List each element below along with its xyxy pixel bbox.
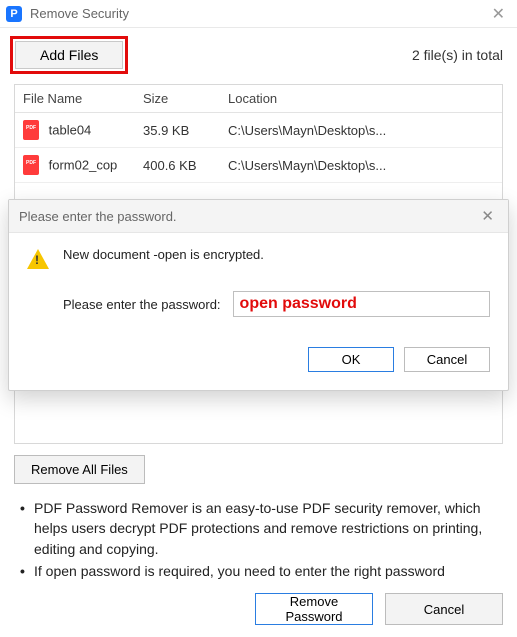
remove-password-button[interactable]: Remove Password (255, 593, 373, 625)
file-total-label: 2 file(s) in total (412, 47, 503, 63)
remove-all-button[interactable]: Remove All Files (14, 455, 145, 484)
dialog-message: New document -open is encrypted. (63, 247, 264, 262)
password-dialog: Please enter the password. ✕ New documen… (8, 199, 509, 391)
info-bullet: PDF Password Remover is an easy-to-use P… (20, 498, 503, 559)
add-files-highlight: Add Files (10, 36, 128, 74)
table-row[interactable]: form02_cop 400.6 KB C:\Users\Mayn\Deskto… (15, 148, 502, 183)
file-name: form02_cop (49, 158, 118, 173)
dialog-title: Please enter the password. (19, 209, 177, 224)
footer-cancel-button[interactable]: Cancel (385, 593, 503, 625)
pdf-icon (23, 120, 39, 140)
password-prompt-label: Please enter the password: (63, 297, 221, 312)
col-header-name[interactable]: File Name (15, 85, 135, 112)
add-files-button[interactable]: Add Files (15, 41, 123, 69)
info-text: PDF Password Remover is an easy-to-use P… (20, 498, 503, 583)
table-header: File Name Size Location (15, 85, 502, 113)
titlebar: P Remove Security ✕ (0, 0, 517, 28)
warning-icon (27, 249, 49, 269)
cancel-button[interactable]: Cancel (404, 347, 490, 372)
window-title: Remove Security (30, 6, 486, 21)
file-location: C:\Users\Mayn\Desktop\s... (220, 116, 502, 145)
file-location: C:\Users\Mayn\Desktop\s... (220, 151, 502, 180)
file-name: table04 (49, 123, 92, 138)
app-logo-icon: P (6, 6, 22, 22)
file-size: 400.6 KB (135, 151, 220, 180)
password-input[interactable] (233, 291, 490, 317)
top-row: Add Files 2 file(s) in total (0, 28, 517, 84)
footer-actions: Remove Password Cancel (255, 593, 503, 625)
file-size: 35.9 KB (135, 116, 220, 145)
table-row[interactable]: table04 35.9 KB C:\Users\Mayn\Desktop\s.… (15, 113, 502, 148)
remove-all-wrap: Remove All Files (14, 455, 145, 484)
col-header-location[interactable]: Location (220, 85, 502, 112)
col-header-size[interactable]: Size (135, 85, 220, 112)
dialog-close-icon[interactable]: ✕ (477, 207, 498, 225)
close-icon[interactable]: ✕ (486, 4, 511, 24)
pdf-icon (23, 155, 39, 175)
ok-button[interactable]: OK (308, 347, 394, 372)
dialog-titlebar: Please enter the password. ✕ (9, 200, 508, 233)
info-bullet: If open password is required, you need t… (20, 561, 503, 581)
